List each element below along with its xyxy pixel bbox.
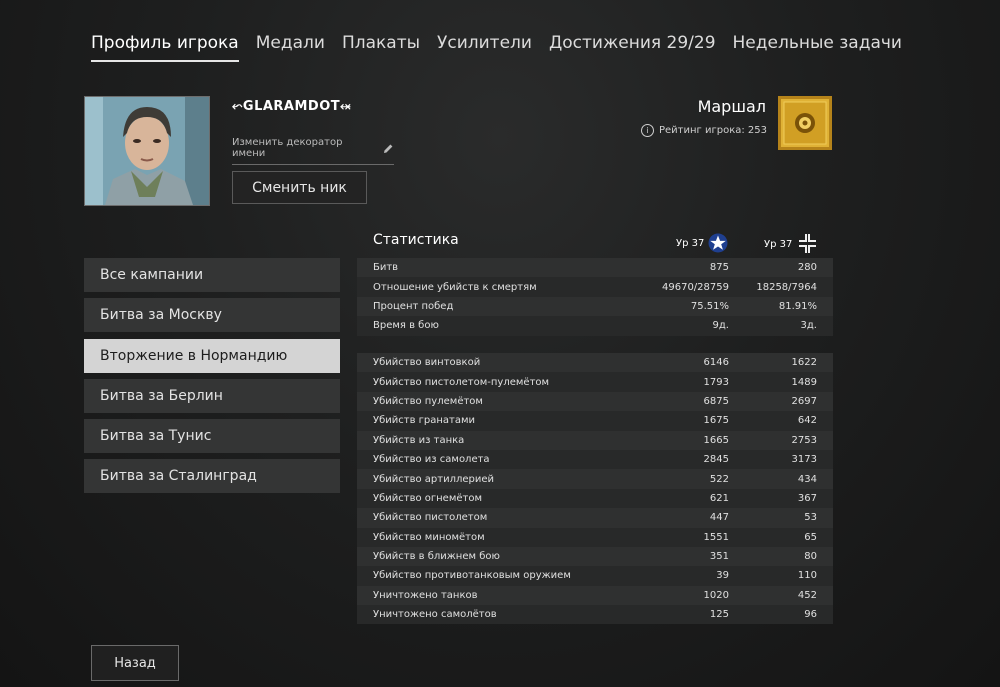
rank-badge-icon [778, 96, 832, 150]
balkenkreuz-icon [799, 234, 817, 253]
stat-row: Убийство пулемётом 6875 2697 [357, 391, 833, 412]
stat-row: Убийств гранатами 1675 642 [357, 411, 833, 431]
campaign-tunisia[interactable]: Битва за Тунис [84, 419, 340, 454]
stat-row: Убийство миномётом 1551 65 [357, 527, 833, 547]
campaign-berlin[interactable]: Битва за Берлин [84, 378, 340, 413]
tab-boosters[interactable]: Усилители [437, 33, 532, 62]
stat-row: Убийств из танка 1665 2753 [357, 430, 833, 450]
allies-level-header: Ур 37 [676, 233, 728, 253]
stat-row: Убийство огнемётом 621 367 [357, 488, 833, 509]
nickname-decor-right-icon: ⬾ [340, 99, 352, 114]
stat-row: Время в бою 9д. 3д. [357, 316, 833, 336]
player-nickname: ⬿GLARAMDOT⬾ [232, 99, 352, 114]
pilot-portrait [85, 97, 209, 205]
campaign-moscow[interactable]: Битва за Москву [84, 298, 340, 333]
tab-achievements[interactable]: Достижения 29/29 [549, 33, 716, 62]
stat-row: Убийство винтовкой 6146 1622 [357, 353, 833, 373]
general-stats-table: Битв 875 280 Отношение убийств к смертям 49… [357, 258, 833, 336]
rank-title: Маршал [697, 97, 766, 116]
axis-level: Ур 37 [764, 238, 793, 250]
player-rating: i Рейтинг игрока: 253 [641, 124, 767, 137]
stat-row: Убийство пистолетом 447 53 [357, 508, 833, 528]
back-button[interactable]: Назад [91, 645, 179, 681]
campaign-all[interactable]: Все кампании [84, 258, 340, 292]
campaign-normandy[interactable]: Вторжение в Нормандию [84, 338, 340, 373]
stat-row: Убийство артиллерией 522 434 [357, 469, 833, 489]
change-nick-button[interactable]: Сменить ник [232, 171, 367, 204]
stat-row: Убийств в ближнем бою 351 80 [357, 546, 833, 567]
tab-posters[interactable]: Плакаты [342, 33, 420, 62]
player-avatar[interactable] [84, 96, 210, 206]
tab-player-profile[interactable]: Профиль игрока [91, 33, 239, 62]
campaign-list: Все кампании Битва за Москву Вторжение в… [84, 258, 340, 500]
stat-row: Битв 875 280 [357, 258, 833, 278]
stat-row: Убийство противотанковым оружием 39 110 [357, 566, 833, 586]
decorator-label: Изменить декоратор имени [232, 137, 343, 159]
stat-row: Процент побед 75.51% 81.91% [357, 296, 833, 317]
kills-stats-table: Убийство винтовкой 6146 1622 Убийство пист… [357, 353, 833, 625]
stat-row: Убийство пистолетом-пулемётом 1793 1489 [357, 372, 833, 392]
tab-medals[interactable]: Медали [256, 33, 325, 62]
nickname-decor-left-icon: ⬿ [232, 99, 243, 114]
info-icon[interactable]: i [641, 124, 654, 137]
axis-level-header: Ур 37 [764, 233, 818, 255]
profile-tabs: Профиль игрока Медали Плакаты Усилители … [91, 33, 902, 62]
campaign-stalingrad[interactable]: Битва за Сталинград [84, 459, 340, 494]
tab-weekly-tasks[interactable]: Недельные задачи [733, 33, 902, 62]
stat-row: Уничтожено самолётов 125 96 [357, 605, 833, 625]
rating-label: Рейтинг игрока: 253 [659, 125, 767, 136]
pencil-icon [384, 144, 393, 153]
stat-row: Уничтожено танков 1020 452 [357, 585, 833, 606]
stat-row: Убийство из самолета 2845 3173 [357, 449, 833, 470]
allies-star-icon [708, 233, 728, 253]
stat-row: Отношение убийств к смертям 49670/28759 18… [357, 277, 833, 297]
change-name-decorator-link[interactable]: Изменить декоратор имени [232, 137, 394, 165]
allies-level: Ур 37 [676, 237, 705, 249]
stats-title: Статистика [373, 232, 459, 248]
